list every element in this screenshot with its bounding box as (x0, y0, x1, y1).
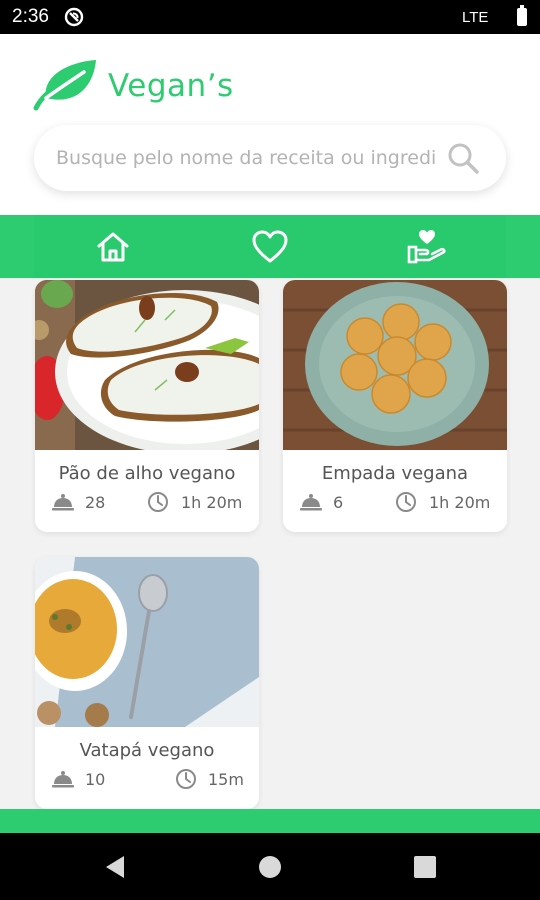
app-header: Vegan’s (0, 34, 540, 215)
home-circle-icon[interactable] (255, 853, 285, 881)
app-title: Vegan’s (108, 68, 234, 104)
recipe-card[interactable]: Empada vegana 6 1h 20m (283, 280, 507, 532)
recipe-servings: 6 (333, 493, 344, 512)
search-input[interactable] (56, 125, 436, 191)
recipe-time: 1h 20m (429, 493, 491, 512)
clock-icon (396, 492, 416, 512)
recipe-card[interactable]: Pão de alho vegano 28 1h 20m (35, 280, 259, 532)
recipe-grid: Pão de alho vegano 28 1h 20m Empada vega… (0, 278, 540, 809)
do-not-disturb-icon (64, 7, 84, 27)
recipe-title: Pão de alho vegano (58, 463, 236, 484)
status-bar: 2:36 LTE (0, 0, 540, 34)
tab-bar (0, 215, 540, 278)
clock-icon (148, 492, 168, 512)
cloche-icon (52, 771, 74, 788)
cloche-icon (52, 494, 74, 511)
bottom-accent-bar (0, 809, 540, 833)
home-icon (97, 232, 128, 261)
clock-icon (176, 769, 196, 789)
tab-favorites[interactable] (191, 215, 348, 278)
tab-home[interactable] (34, 215, 191, 278)
recents-square-icon[interactable] (410, 853, 440, 881)
leaf-icon (33, 60, 96, 111)
status-time: 2:36 (12, 6, 49, 27)
network-label: LTE (462, 9, 489, 26)
recipe-title: Vatapá vegano (79, 740, 215, 761)
cloche-icon (300, 494, 322, 511)
recipe-time: 15m (208, 770, 244, 789)
back-triangle-icon[interactable] (100, 853, 130, 881)
heart-icon (252, 230, 287, 262)
search-bar[interactable] (34, 125, 506, 191)
recipe-title: Empada vegana (321, 463, 469, 484)
recipe-servings: 28 (85, 493, 106, 512)
recipe-image-empada (283, 280, 507, 450)
tab-bar-inner (34, 215, 506, 278)
recipe-time: 1h 20m (181, 493, 243, 512)
tab-donate[interactable] (348, 215, 505, 278)
hand-heart-icon (407, 229, 446, 263)
recipe-image-vatapa (35, 557, 259, 727)
recipe-card[interactable]: Vatapá vegano 10 15m (35, 557, 259, 809)
system-nav-bar (0, 833, 540, 900)
battery-icon (517, 5, 527, 26)
recipe-image-garlic-bread (35, 280, 259, 450)
search-icon[interactable] (446, 141, 480, 175)
recipe-servings: 10 (85, 770, 106, 789)
